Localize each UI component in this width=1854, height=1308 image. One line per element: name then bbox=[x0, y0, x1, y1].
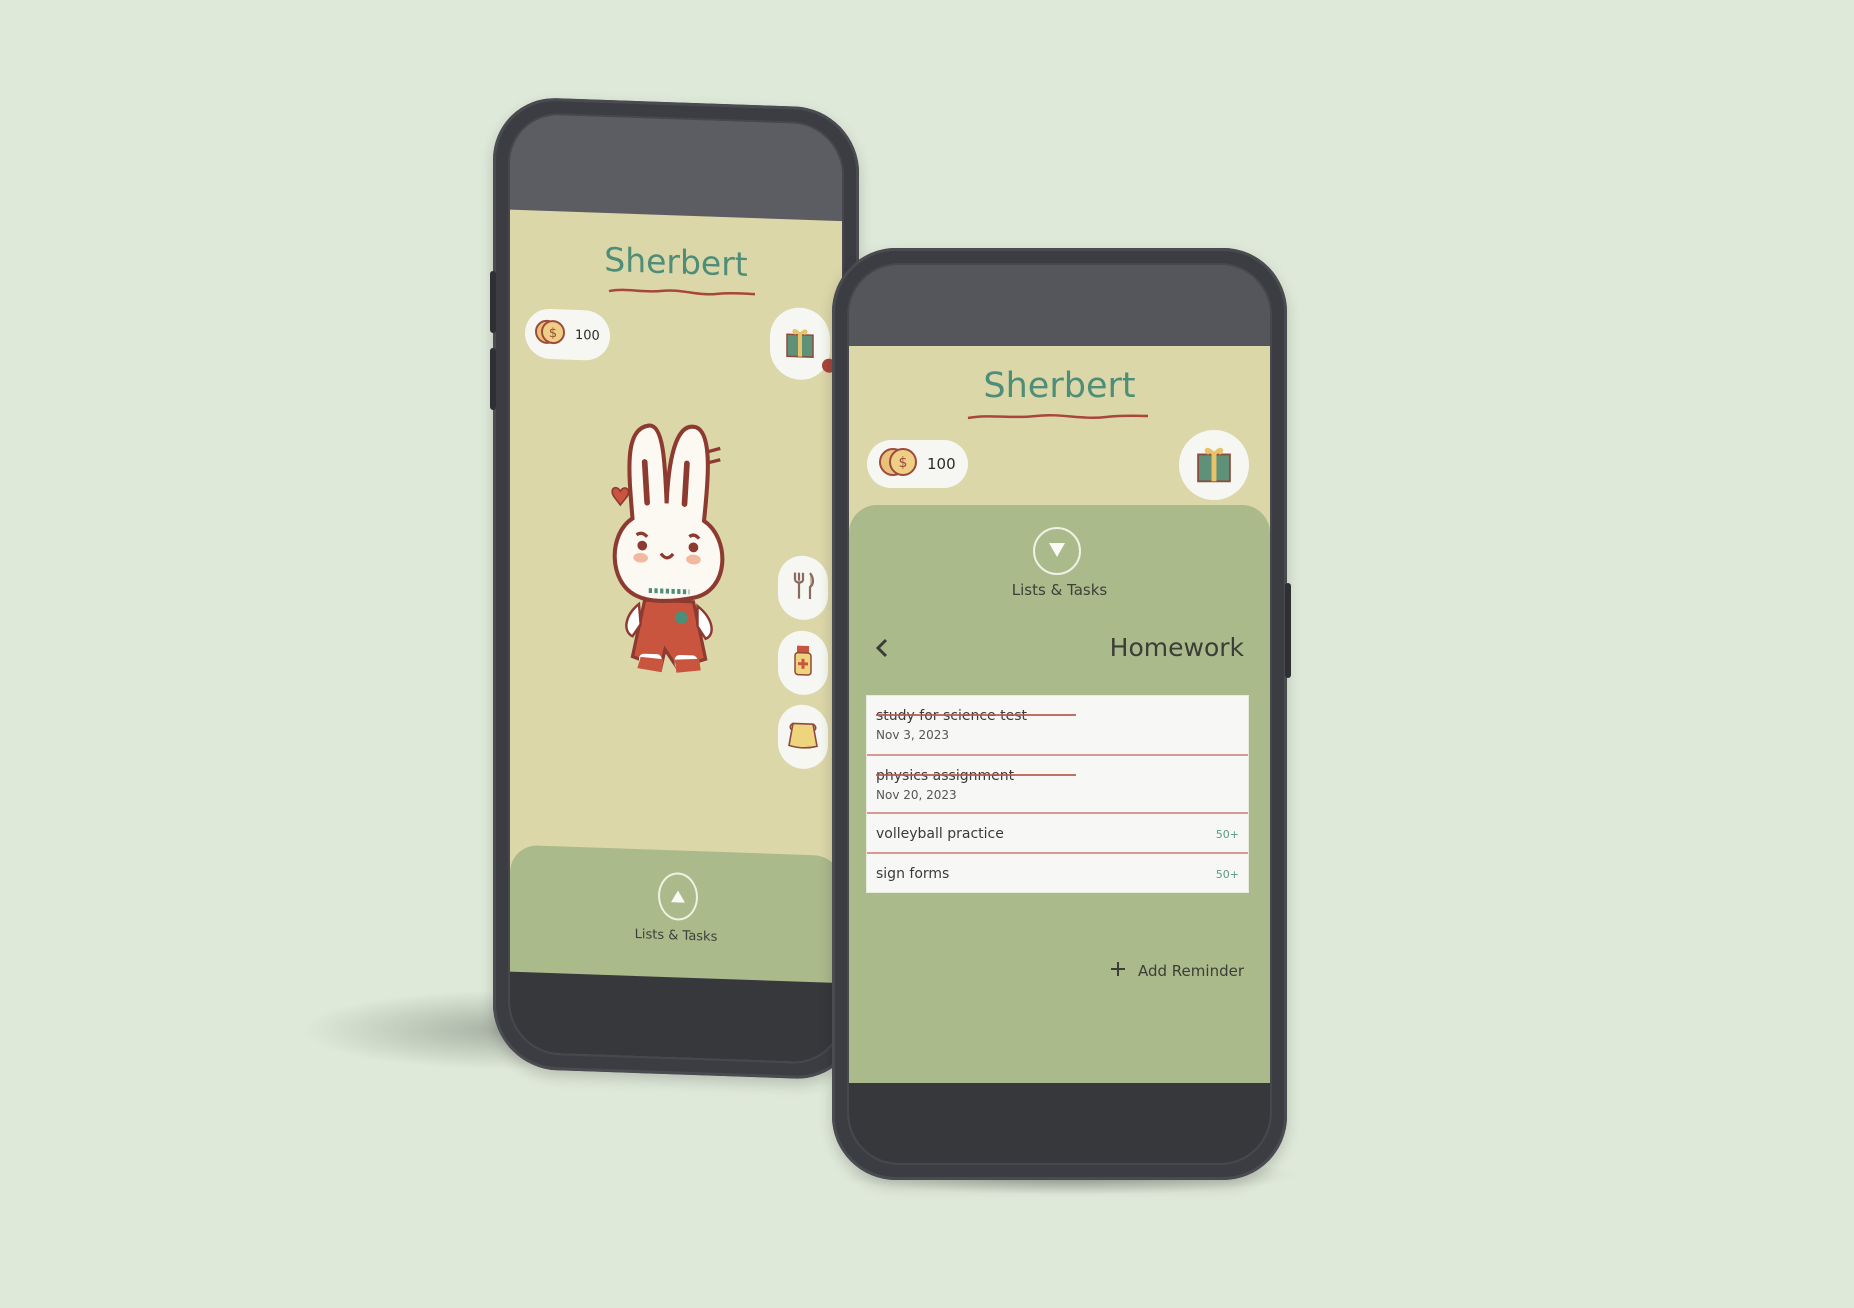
task-points: 50+ bbox=[1215, 828, 1239, 841]
top-bezel bbox=[510, 113, 842, 222]
lists-drawer-collapsed[interactable]: Lists & Tasks bbox=[510, 844, 842, 994]
task-date: Nov 20, 2023 bbox=[876, 788, 957, 802]
coin-value: 100 bbox=[927, 455, 956, 473]
app-title: Sherbert bbox=[983, 366, 1136, 406]
task-title: physics assignment bbox=[876, 768, 1015, 784]
task-list: study for science test Nov 3, 2023 physics… bbox=[866, 695, 1249, 893]
bag-icon bbox=[787, 719, 819, 754]
drawer-label: Lists & Tasks bbox=[634, 926, 718, 945]
add-reminder-button[interactable]: Add Reminder bbox=[1110, 961, 1244, 981]
volume-down-button bbox=[490, 347, 496, 411]
back-button[interactable] bbox=[875, 637, 895, 661]
coin-balance[interactable]: $ 100 bbox=[525, 308, 610, 362]
task-date: Nov 3, 2023 bbox=[876, 728, 950, 742]
bottom-bezel bbox=[849, 1083, 1270, 1163]
app-title: Sherbert bbox=[604, 239, 748, 284]
power-button bbox=[1285, 583, 1291, 678]
svg-text:$: $ bbox=[899, 455, 908, 471]
svg-text:$: $ bbox=[549, 326, 557, 341]
top-bezel bbox=[849, 265, 1270, 346]
bottom-bezel bbox=[510, 971, 842, 1064]
feed-button[interactable] bbox=[778, 554, 828, 621]
phone-list-screen: Sherbert $ 100 Lists & Tasks Homework st… bbox=[832, 248, 1291, 1180]
plus-icon bbox=[1110, 961, 1126, 981]
home-screen: Sherbert $ 100 Lists & Tasks bbox=[510, 209, 842, 994]
bunny-character[interactable] bbox=[600, 411, 730, 686]
task-points: 50+ bbox=[1215, 868, 1239, 881]
task-title: volleyball practice bbox=[876, 826, 1004, 842]
title-underline bbox=[608, 288, 756, 296]
gift-button[interactable] bbox=[770, 306, 830, 381]
fork-knife-icon bbox=[790, 569, 816, 606]
task-row[interactable]: study for science test Nov 3, 2023 bbox=[867, 696, 1248, 754]
gift-icon bbox=[784, 323, 816, 364]
list-title: Homework bbox=[1109, 633, 1244, 662]
drawer-label: Lists & Tasks bbox=[1011, 581, 1108, 599]
medicine-bottle-icon bbox=[792, 643, 814, 682]
triangle-down-icon bbox=[1049, 542, 1065, 561]
strikethrough-line bbox=[876, 774, 1076, 776]
drawer-toggle-button[interactable] bbox=[1033, 527, 1081, 575]
bag-button[interactable] bbox=[778, 703, 828, 770]
phone-home-screen: Sherbert $ 100 Lists & Tasks bbox=[490, 96, 859, 1081]
coin-icon: $ bbox=[879, 446, 919, 482]
add-reminder-label: Add Reminder bbox=[1138, 962, 1244, 980]
lists-drawer-expanded: Lists & Tasks Homework study for science… bbox=[849, 505, 1270, 1083]
strikethrough-line bbox=[876, 714, 1076, 716]
title-underline bbox=[967, 414, 1149, 420]
medicine-button[interactable] bbox=[778, 629, 828, 696]
task-row[interactable]: sign forms 50+ bbox=[867, 852, 1248, 892]
drawer-toggle-button[interactable] bbox=[658, 871, 698, 922]
triangle-up-icon bbox=[671, 887, 685, 906]
task-row[interactable]: volleyball practice 50+ bbox=[867, 812, 1248, 852]
gift-button[interactable] bbox=[1179, 430, 1249, 500]
coin-balance[interactable]: $ 100 bbox=[867, 440, 968, 488]
coin-value: 100 bbox=[575, 327, 600, 344]
coin-icon: $ bbox=[535, 315, 567, 352]
gift-icon bbox=[1192, 441, 1236, 489]
task-title: sign forms bbox=[876, 866, 950, 882]
volume-up-button bbox=[490, 270, 496, 334]
task-title: study for science test bbox=[876, 708, 1027, 724]
chevron-left-icon bbox=[875, 638, 889, 663]
task-row[interactable]: physics assignment Nov 20, 2023 bbox=[867, 754, 1248, 812]
list-screen: Sherbert $ 100 Lists & Tasks Homework st… bbox=[849, 346, 1270, 1083]
